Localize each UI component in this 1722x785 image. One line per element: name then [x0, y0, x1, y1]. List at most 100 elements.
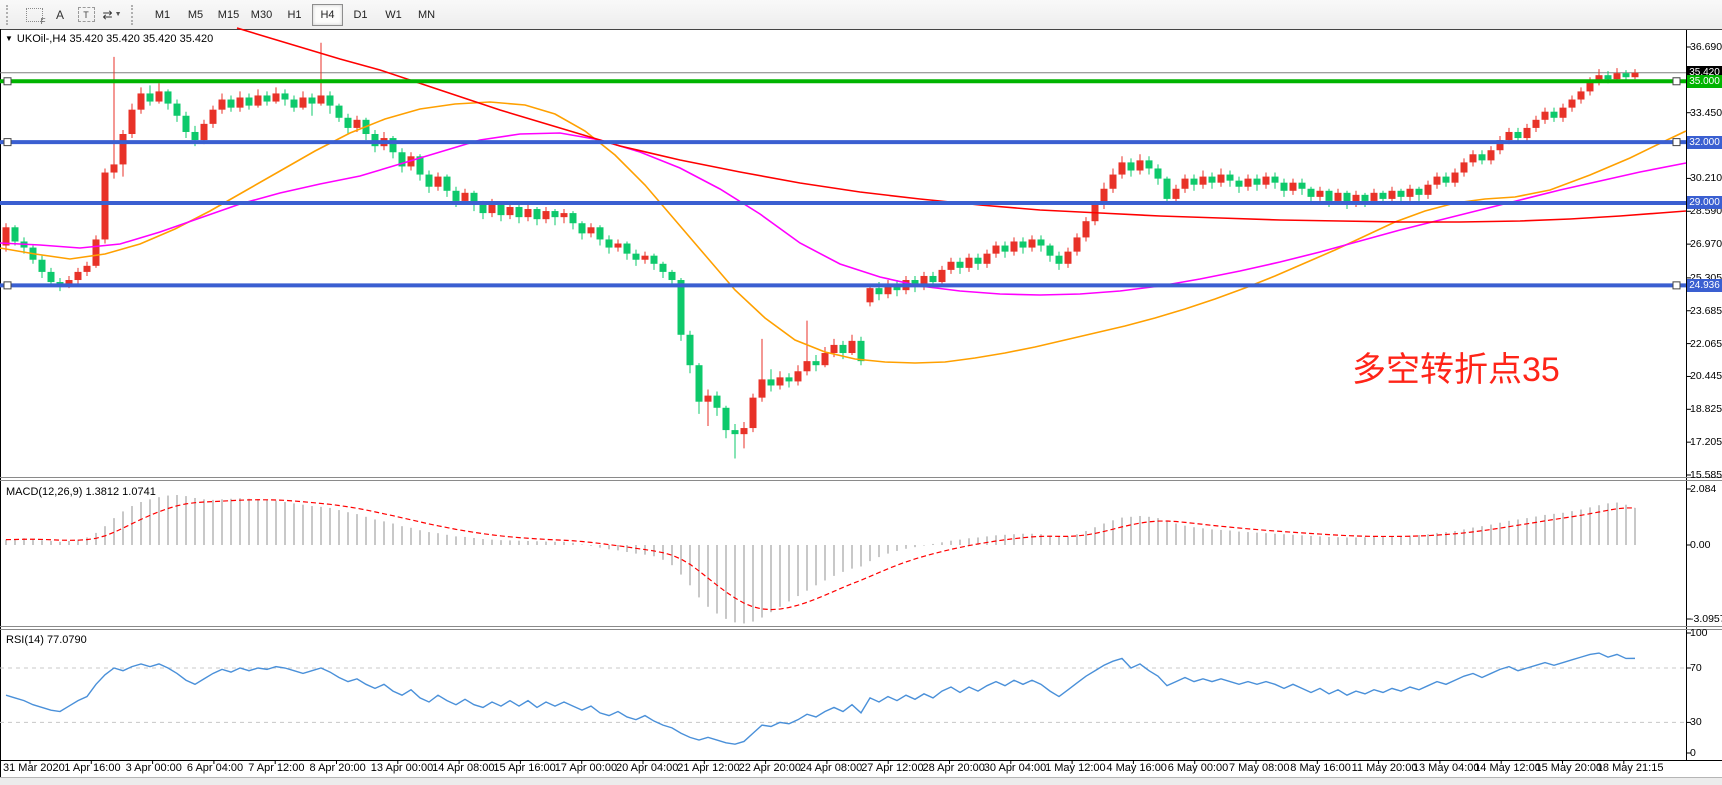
candle-body — [75, 272, 82, 280]
candle-body — [147, 93, 154, 101]
hline-handle[interactable] — [1673, 282, 1680, 289]
time-tick-2: 3 Apr 00:00 — [126, 762, 182, 774]
candle-body — [1263, 177, 1270, 185]
candle-body — [1425, 185, 1432, 195]
candle-body — [516, 207, 523, 217]
hline-handle[interactable] — [1673, 78, 1680, 85]
time-tick-0: 31 Mar 2020 — [3, 762, 65, 774]
candle-body — [156, 91, 163, 101]
candle-body — [1209, 177, 1216, 183]
time-tick-25: 15 May 20:00 — [1536, 762, 1603, 774]
time-tick-10: 20 Apr 04:00 — [616, 762, 678, 774]
candle-body — [1461, 162, 1468, 172]
macd-axis-0.00: 0.00 — [1690, 539, 1710, 551]
candle-body — [1398, 191, 1405, 197]
time-tick-13: 24 Apr 08:00 — [800, 762, 862, 774]
candle-body — [1110, 175, 1117, 189]
price-tick-26.970: 26.970 — [1690, 238, 1722, 250]
candle-body — [444, 177, 451, 191]
candle-body — [1569, 100, 1576, 108]
candle-body — [831, 345, 838, 353]
candle-body — [579, 223, 586, 233]
candle-body — [48, 272, 55, 282]
candle-body — [525, 209, 532, 217]
candle-body — [930, 276, 937, 282]
candle-body — [1218, 175, 1225, 183]
time-tick-26: 18 May 21:15 — [1597, 762, 1664, 774]
candle-body — [768, 379, 775, 385]
candle-body — [750, 398, 757, 428]
candle-body — [1281, 183, 1288, 191]
chart-symbol-title[interactable]: ▼UKOil-,H4 35.420 35.420 35.420 35.420 — [5, 33, 213, 45]
candle-body — [723, 408, 730, 430]
time-tick-1: 1 Apr 16:00 — [64, 762, 120, 774]
candle-body — [1020, 241, 1027, 247]
time-tick-7: 14 Apr 08:00 — [432, 762, 494, 774]
candle-body — [210, 110, 217, 124]
candle-body — [1146, 160, 1153, 168]
hline-handle[interactable] — [4, 139, 11, 146]
price-tick-22.065: 22.065 — [1690, 338, 1722, 350]
hline-handle[interactable] — [1673, 139, 1680, 146]
candle-body — [552, 211, 559, 217]
candle-body — [129, 110, 136, 134]
time-tick-18: 4 May 16:00 — [1106, 762, 1167, 774]
candle-body — [489, 205, 496, 213]
candle-body — [1416, 189, 1423, 195]
candle-body — [651, 256, 658, 264]
rsi-axis-30: 30 — [1690, 716, 1702, 728]
candle-body — [1155, 168, 1162, 178]
candle-body — [1128, 162, 1135, 170]
candle-body — [1065, 252, 1072, 264]
candle-body — [1191, 179, 1198, 185]
candle-body — [93, 239, 100, 265]
candle-body — [741, 428, 748, 434]
candle-body — [966, 258, 973, 268]
candle-body — [300, 97, 307, 107]
candle-body — [246, 97, 253, 105]
macd-axis-2.084: 2.084 — [1690, 483, 1716, 495]
price-tick-36.690: 36.690 — [1690, 41, 1722, 53]
time-tick-6: 13 Apr 00:00 — [371, 762, 433, 774]
candle-body — [1326, 191, 1333, 201]
candle-body — [138, 93, 145, 109]
rsi-pane — [0, 653, 1686, 744]
candle-body — [237, 97, 244, 107]
candle-body — [192, 132, 199, 140]
candle-body — [1245, 179, 1252, 187]
candle-body — [1362, 195, 1369, 201]
time-tick-22: 11 May 20:00 — [1352, 762, 1418, 774]
candle-body — [327, 95, 334, 105]
chart-text-annotation[interactable]: 多空转折点35 — [1352, 350, 1560, 390]
candle-body — [1047, 246, 1054, 256]
candle-body — [183, 116, 190, 132]
candle-body — [1560, 108, 1567, 118]
candle-body — [1236, 181, 1243, 187]
time-tick-11: 21 Apr 12:00 — [677, 762, 739, 774]
candle-body — [570, 213, 577, 223]
hline-handle[interactable] — [4, 282, 11, 289]
candle-body — [660, 264, 667, 272]
collapse-triangle-icon[interactable]: ▼ — [5, 34, 13, 43]
hline-handle[interactable] — [4, 78, 11, 85]
time-tick-21: 8 May 16:00 — [1290, 762, 1351, 774]
candle-body — [282, 93, 289, 99]
candle-body — [687, 335, 694, 365]
price-tick-18.825: 18.825 — [1690, 403, 1722, 415]
price-tick-20.445: 20.445 — [1690, 370, 1722, 382]
candle-body — [534, 209, 541, 219]
candle-body — [1182, 179, 1189, 189]
candle-body — [318, 95, 325, 103]
price-badge-35.000: 35.000 — [1687, 75, 1722, 88]
candle-body — [543, 211, 550, 219]
candle-body — [1137, 160, 1144, 170]
candle-body — [507, 207, 514, 215]
candle-body — [975, 258, 982, 264]
time-tick-14: 27 Apr 12:00 — [861, 762, 923, 774]
candle-body — [1083, 221, 1090, 237]
candle-body — [255, 95, 262, 105]
candle-body — [1605, 75, 1612, 79]
horizontal-lines[interactable] — [0, 78, 1686, 289]
candle-body — [336, 106, 343, 118]
candle-body — [1434, 177, 1441, 185]
